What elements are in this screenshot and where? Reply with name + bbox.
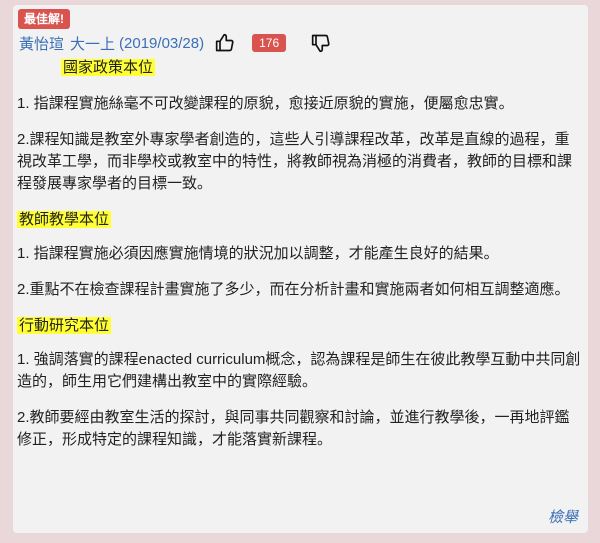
page-frame: 最佳解! 黃怡瑄 大一上 (2019/03/28) 176 國家政策本位 1. … <box>0 0 600 543</box>
paragraph: 1. 強調落實的課程enacted curriculum概念，認為課程是師生在彼… <box>17 351 581 390</box>
answer-header: 黃怡瑄 大一上 (2019/03/28) 176 <box>19 32 332 54</box>
author-grade: 大一上 <box>70 35 116 53</box>
post-date: (2019/03/28) <box>119 34 205 52</box>
paragraph: 1. 指課程實施必須因應實施情境的狀況加以調整，才能產生良好的結果。 <box>17 245 499 262</box>
highlighted-heading: 行動研究本位 <box>17 317 112 334</box>
thumbs-up-icon[interactable] <box>214 32 236 54</box>
paragraph: 2.教師要經由教室生活的探討，與同事共同觀察和討論，並進行教學後，一再地評鑑修正… <box>17 409 570 448</box>
section-title-teacher-teaching: 教師教學本位 <box>17 209 583 231</box>
thumbs-down-icon[interactable] <box>310 32 332 54</box>
paragraph: 2.課程知識是教室外專家學者創造的，這些人引導課程改革，改革是直線的過程，重視改… <box>17 131 573 192</box>
highlighted-heading: 國家政策本位 <box>61 59 156 76</box>
report-link[interactable]: 檢舉 <box>548 506 578 527</box>
paragraph: 2.重點不在檢查課程計畫實施了多少，而在分析計畫和實施兩者如何相互調整適應。 <box>17 281 570 298</box>
like-count-badge: 176 <box>252 34 287 52</box>
section-title-action-research: 行動研究本位 <box>17 315 583 337</box>
answer-content: 國家政策本位 1. 指課程實施絲毫不可改變課程的原貌，愈接近原貌的實施，便屬愈忠… <box>17 55 583 465</box>
answer-card: 最佳解! 黃怡瑄 大一上 (2019/03/28) 176 國家政策本位 1. … <box>13 5 588 533</box>
best-answer-badge: 最佳解! <box>18 9 70 29</box>
highlighted-heading: 教師教學本位 <box>17 211 112 228</box>
author-name[interactable]: 黃怡瑄 <box>19 33 64 54</box>
paragraph: 1. 指課程實施絲毫不可改變課程的原貌，愈接近原貌的實施，便屬愈忠實。 <box>17 95 514 112</box>
section-title-national-policy: 國家政策本位 <box>61 57 583 79</box>
